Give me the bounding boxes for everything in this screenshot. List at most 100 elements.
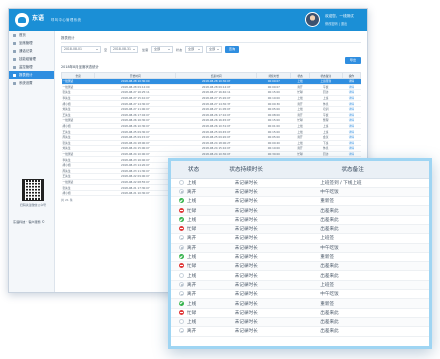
note-cell: 上班签 xyxy=(276,233,429,244)
status-row: 离开 未记录时长 中午吃饭 xyxy=(171,289,429,300)
status-table: 状态 状态持续时长 状态备注 上线 未记录时长 上班签到 / 下线上班 离开 未记录时长 中午… xyxy=(171,161,429,337)
sidebar-item[interactable]: 报表统计 xyxy=(9,71,54,79)
sidebar-item[interactable]: 坐席管理 xyxy=(9,39,54,47)
menu-icon xyxy=(13,57,16,61)
menu-icon xyxy=(13,73,16,77)
status-cell: 上线 xyxy=(171,178,217,188)
duration-cell: 未记录时长 xyxy=(216,243,277,253)
note-cell: 重新签 xyxy=(276,252,429,263)
away-status-icon xyxy=(179,281,184,287)
sidebar-item[interactable]: 监控管理 xyxy=(9,63,54,71)
away-status-icon xyxy=(179,244,184,250)
duration-cell: 未记录时长 xyxy=(216,196,277,207)
note-cell: 出差来此 xyxy=(276,317,429,328)
user-links[interactable]: 修改密码 | 退出 xyxy=(325,21,347,26)
away-status-icon xyxy=(179,291,184,297)
check-circle-icon xyxy=(179,216,184,222)
status-label: 上线 xyxy=(187,273,197,279)
query-button[interactable]: 查询 xyxy=(225,46,239,53)
status-cell: 离开 xyxy=(171,280,217,291)
status-label: 离开 xyxy=(187,292,197,298)
status-row: 离开 未记录时长 中午吃饭 xyxy=(171,187,429,198)
online-status-icon xyxy=(179,179,184,185)
status-select[interactable]: 全部 xyxy=(185,46,203,53)
status-label: 离开 xyxy=(187,329,197,335)
away-status-icon xyxy=(179,328,184,334)
sidebar-item[interactable]: 通话记录 xyxy=(9,47,54,55)
status-row: 离开 未记录时长 出差来此 xyxy=(171,326,429,337)
agent-select[interactable]: 全部 xyxy=(151,46,173,53)
menu-icon xyxy=(13,33,16,37)
minus-circle-icon xyxy=(179,226,184,232)
qr-caption: 扫码关注微信公众号 xyxy=(19,203,46,207)
note-cell: 出差来此 xyxy=(276,261,429,272)
duration-cell: 未记录时长 xyxy=(216,270,277,281)
status-row: 上线 未记录时长 上班签到 / 下线上班 xyxy=(171,178,429,188)
duration-cell: 未记录时长 xyxy=(216,187,277,198)
menu-icon xyxy=(13,81,16,85)
duration-cell: 未记录时长 xyxy=(216,326,277,337)
duration-cell: 未记录时长 xyxy=(216,205,277,216)
sidebar-item[interactable]: 首页 xyxy=(9,31,54,39)
agent-label: 坐席 xyxy=(142,48,149,52)
status-detail-popup: 状态 状态持续时长 状态备注 上线 未记录时长 上班签到 / 下线上班 离开 未记录时长 中午… xyxy=(168,158,432,349)
date-from-select[interactable]: 2018-08-01 xyxy=(61,46,101,53)
table-cell: 2018-08-21 10:30:07 xyxy=(94,190,176,197)
status-label: 离开 xyxy=(187,236,197,242)
online-status-icon xyxy=(179,319,184,325)
duration-cell: 未记录时长 xyxy=(216,280,277,291)
export-button[interactable]: 导出 xyxy=(345,57,361,64)
note-cell: 中午吃饭 xyxy=(276,187,429,198)
avatar[interactable] xyxy=(305,12,320,27)
duration-cell: 未记录时长 xyxy=(216,178,277,188)
menu-icon xyxy=(13,49,16,53)
status-column-header: 状态持续时长 xyxy=(216,161,277,179)
status-label: 离开 xyxy=(187,282,197,288)
duration-cell: 未记录时长 xyxy=(216,215,277,226)
minus-circle-icon xyxy=(179,309,184,315)
sidebar-footer: 东语科技 · 客户服务 © xyxy=(13,220,45,224)
status-row: 忙碌 未记录时长 出差来此 xyxy=(171,224,429,235)
online-status-icon xyxy=(179,272,184,278)
status-row: 忙碌 未记录时长 出差来此 xyxy=(171,308,429,318)
note-cell: 出差来此 xyxy=(276,326,429,337)
status-cell: 离开 xyxy=(171,233,217,244)
status-cell: 忙碌 xyxy=(171,205,217,216)
duration-cell: 未记录时长 xyxy=(216,224,277,235)
logo-icon xyxy=(15,13,29,27)
date-to-select[interactable]: 2018-08-31 xyxy=(110,46,138,53)
minus-circle-icon xyxy=(179,263,184,269)
status-cell: 忙碌 xyxy=(171,261,217,272)
status-row: 上线 未记录时长 出差来此 xyxy=(171,270,429,281)
to-label: 至 xyxy=(104,48,108,52)
status-label: 状态 xyxy=(176,48,183,52)
duration-cell: 未记录时长 xyxy=(216,261,277,272)
app-header: 东语 呼叫中心管理系统 欢迎您，一线测试 修改密码 | 退出 xyxy=(9,9,367,31)
group-select[interactable]: 全部 xyxy=(206,46,222,53)
status-row: 忙碌 未记录时长 出差来此 xyxy=(171,261,429,272)
sidebar-item[interactable]: 系统设置 xyxy=(9,79,54,87)
status-label: 忙碌 xyxy=(187,264,197,270)
status-cell: 上线 xyxy=(171,215,217,226)
sidebar-item[interactable]: 技能组管理 xyxy=(9,55,54,63)
duration-cell: 未记录时长 xyxy=(216,298,277,309)
status-cell: 上线 xyxy=(171,252,217,263)
away-status-icon xyxy=(179,235,184,241)
sidebar-list: 首页坐席管理 通话记录 技能组管理监控管理报表统计 系统设置 xyxy=(9,31,54,87)
status-row: 上线 未记录时长 重新签 xyxy=(171,252,429,263)
status-label: 忙碌 xyxy=(187,227,197,233)
status-label: 忙碌 xyxy=(187,310,197,316)
status-label: 上线 xyxy=(187,180,197,186)
note-cell: 重新签 xyxy=(276,196,429,207)
duration-cell: 未记录时长 xyxy=(216,289,277,300)
status-row: 离开 未记录时长 中午吃饭 xyxy=(171,243,429,253)
status-table-header: 状态 状态持续时长 状态备注 xyxy=(171,161,429,179)
status-row: 上线 未记录时长 重新签 xyxy=(171,298,429,309)
status-cell: 离开 xyxy=(171,187,217,198)
sidebar-item-label: 首页 xyxy=(19,33,26,37)
sidebar-item-label: 监控管理 xyxy=(19,65,33,69)
status-cell: 离开 xyxy=(171,326,217,337)
status-row: 离开 未记录时长 上班签 xyxy=(171,280,429,291)
status-label: 上线 xyxy=(187,255,197,261)
minus-circle-icon xyxy=(179,207,184,213)
